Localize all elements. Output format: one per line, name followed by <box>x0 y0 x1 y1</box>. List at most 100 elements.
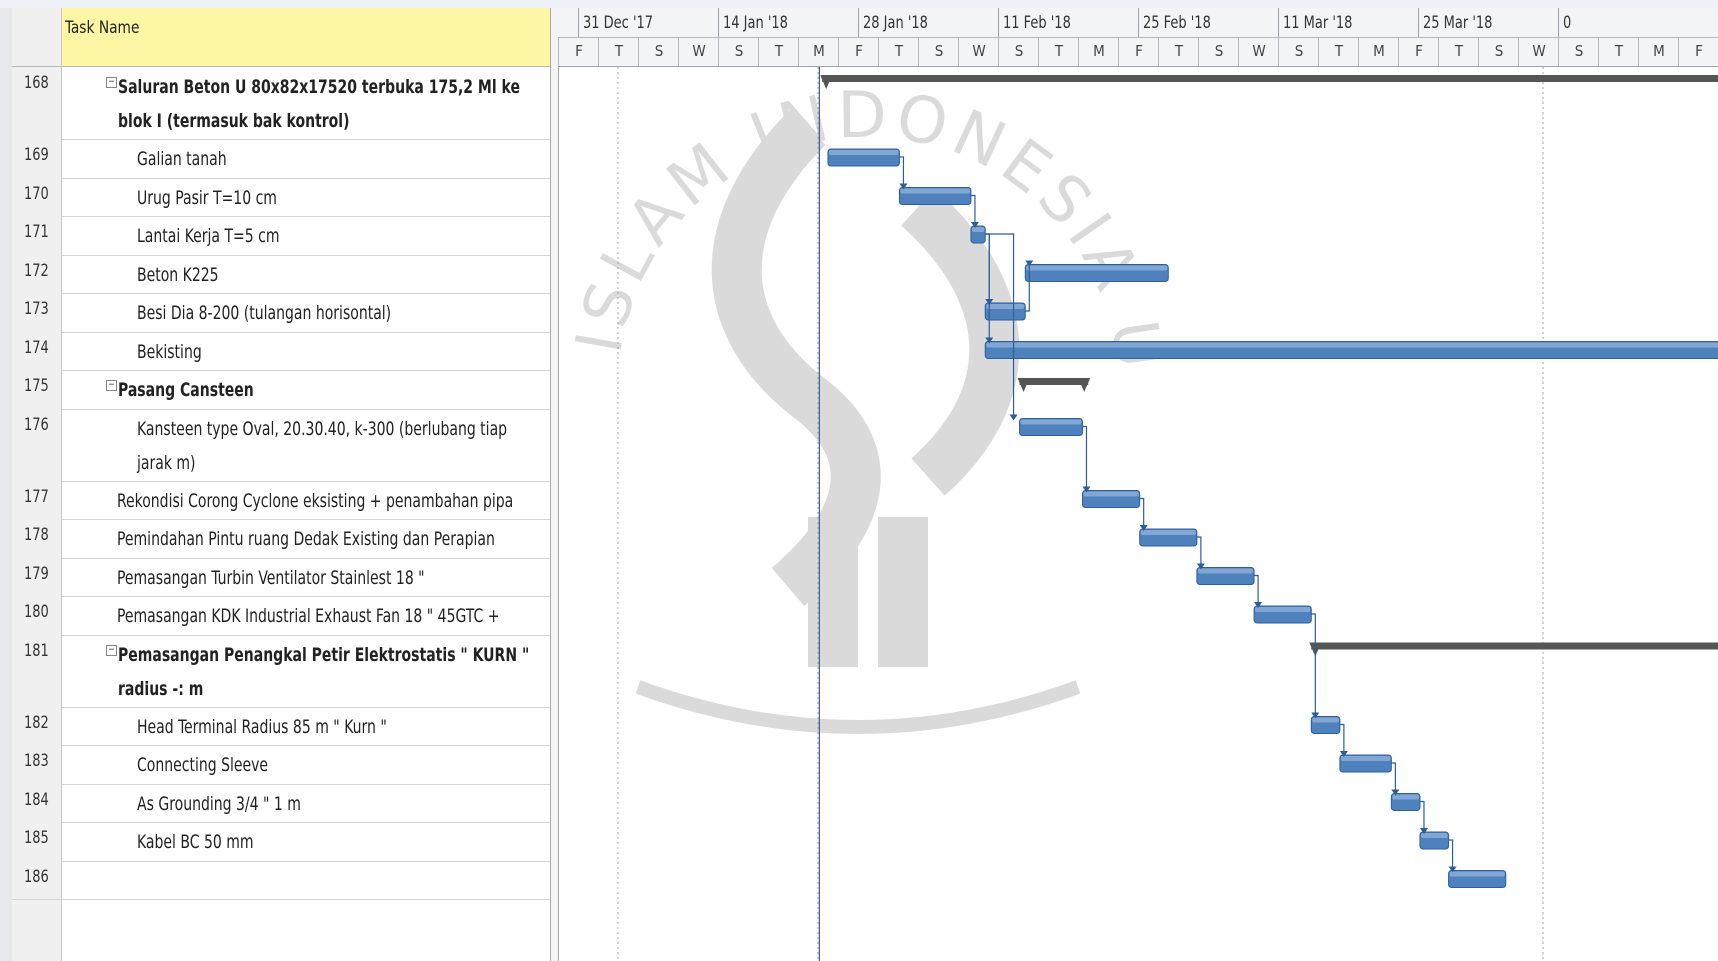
task-name-text: Galian tanah <box>137 148 227 170</box>
task-name-cell[interactable]: As Grounding 3/4 " 1 m <box>62 784 550 823</box>
timescale-major-tier: 31 Dec '17 14 Jan '18 28 Jan '18 11 Feb '18… <box>558 8 1718 38</box>
collapse-toggle[interactable]: − <box>106 380 117 391</box>
row-id-cell[interactable]: 184 <box>12 783 62 822</box>
task-name-cell[interactable]: Pemasangan Turbin Ventilator Stainlest 1… <box>62 558 550 597</box>
task-name-text: Pemasangan Turbin Ventilator Stainlest 1… <box>117 566 425 589</box>
gantt-chart-area[interactable]: ISLAM INDONESIA UNIVERSITAS <box>558 67 1718 961</box>
task-name-cell[interactable]: Galian tanah <box>62 139 550 178</box>
task-name-text: Pemasangan KDK Industrial Exhaust Fan 18… <box>117 605 500 627</box>
row-id-cell[interactable]: 172 <box>12 254 62 293</box>
row-id-cell[interactable]: 179 <box>12 557 62 596</box>
timescale-day: T <box>1318 37 1359 66</box>
row-id-cell[interactable]: 174 <box>12 331 62 370</box>
task-name-cell[interactable]: Rekondisi Corong Cyclone eksisting + pen… <box>62 481 550 520</box>
row-id: 174 <box>24 337 49 358</box>
task-row[interactable]: 185 Kabel BC 50 mm <box>12 822 550 862</box>
timescale-day: M <box>1078 37 1119 66</box>
task-row[interactable]: 168 − Saluran Beton U 80x82x17520 terbuka … <box>12 67 550 140</box>
collapse-toggle[interactable]: − <box>106 644 117 656</box>
task-bar-highlight <box>1392 794 1419 800</box>
task-row[interactable]: 186 <box>12 860 550 900</box>
task-row[interactable]: 169 Galian tanah <box>12 139 550 179</box>
timescale-day: T <box>598 37 639 66</box>
task-row[interactable]: 174 Bekisting <box>12 331 550 371</box>
task-row[interactable]: 184 As Grounding 3/4 " 1 m <box>12 783 550 823</box>
row-id-cell[interactable]: 183 <box>12 745 62 784</box>
collapse-toggle[interactable]: − <box>106 77 117 88</box>
task-name-cell[interactable]: Head Terminal Radius 85 m " Kurn " <box>62 707 550 746</box>
task-name-text: Pemindahan Pintu ruang Dedak Existing da… <box>117 528 495 550</box>
task-bar-highlight <box>1420 833 1448 838</box>
dependency-link <box>970 194 976 224</box>
row-id-cell[interactable]: 180 <box>12 596 62 635</box>
task-row[interactable]: 170 Urug Pasir T=10 cm <box>12 177 550 217</box>
task-row[interactable]: 173 Besi Dia 8-200 (tulangan horisontal) <box>12 293 550 333</box>
row-id: 185 <box>24 828 49 848</box>
row-id-cell[interactable]: 177 <box>12 480 62 519</box>
row-id: 178 <box>24 525 49 545</box>
task-name-cell[interactable]: Connecting Sleeve <box>62 745 550 784</box>
task-row[interactable]: 172 Beton K225 <box>12 254 550 294</box>
task-name-cell[interactable]: − Pasang Cansteen <box>62 370 550 409</box>
task-name-cell[interactable]: − Pemasangan Penangkal Petir Elektrostati… <box>62 635 550 707</box>
task-name-cell[interactable]: Bekisting <box>62 332 550 371</box>
row-id: 186 <box>24 866 49 887</box>
task-row[interactable]: 171 Lantai Kerja T=5 cm <box>12 216 550 256</box>
task-row[interactable]: 183 Connecting Sleeve <box>12 745 550 785</box>
task-bar-highlight <box>1340 756 1391 761</box>
task-name-cell[interactable]: Beton K225 <box>62 255 550 294</box>
task-name-column-header[interactable]: Task Name <box>62 8 551 67</box>
select-all-corner[interactable] <box>12 8 61 67</box>
task-bar-highlight <box>1140 530 1196 535</box>
task-name-text: Kansteen type Oval, 20.30.40, k-300 (ber… <box>137 417 508 474</box>
task-name-cell[interactable]: Lantai Kerja T=5 cm <box>62 216 550 255</box>
task-name-text: As Grounding 3/4 " 1 m <box>137 792 301 815</box>
task-name-cell[interactable]: Kansteen type Oval, 20.30.40, k-300 (ber… <box>62 409 550 481</box>
task-row[interactable]: 180 Pemasangan KDK Industrial Exhaust Fan… <box>12 596 550 636</box>
row-id-cell[interactable]: 173 <box>12 293 62 332</box>
task-name-cell[interactable]: Kabel BC 50 mm <box>62 822 550 861</box>
timescale-week: 25 Mar '18 <box>1418 8 1559 37</box>
row-id-cell[interactable]: 182 <box>12 706 62 745</box>
row-id-cell[interactable]: 175 <box>12 370 62 409</box>
row-id-cell[interactable]: 171 <box>12 216 62 255</box>
dependency-link <box>1448 839 1454 869</box>
task-row[interactable]: 179 Pemasangan Turbin Ventilator Stainles… <box>12 557 550 597</box>
task-row[interactable]: 182 Head Terminal Radius 85 m " Kurn " <box>12 706 550 746</box>
row-id-cell[interactable]: 178 <box>12 519 62 558</box>
row-id-cell[interactable]: 169 <box>12 139 62 178</box>
row-id-cell[interactable]: 185 <box>12 822 62 861</box>
task-name-cell[interactable] <box>62 861 550 900</box>
task-row[interactable]: 181 − Pemasangan Penangkal Petir Elektrost… <box>12 634 550 708</box>
task-row[interactable]: 176 Kansteen type Oval, 20.30.40, k-300 (… <box>12 408 550 482</box>
row-id-cell[interactable]: 168 <box>12 67 62 139</box>
row-id-cell[interactable]: 186 <box>12 860 62 899</box>
task-name-text: Rekondisi Corong Cyclone eksisting + pen… <box>117 489 514 512</box>
task-row[interactable]: 177 Rekondisi Corong Cyclone eksisting + … <box>12 480 550 520</box>
row-id: 180 <box>24 602 49 622</box>
task-name-text: Kabel BC 50 mm <box>137 831 254 853</box>
task-row[interactable]: 178 Pemindahan Pintu ruang Dedak Existing… <box>12 519 550 559</box>
row-id-cell[interactable]: 170 <box>12 177 62 216</box>
timescale-day: M <box>1638 37 1679 66</box>
task-name-cell[interactable]: Pemindahan Pintu ruang Dedak Existing da… <box>62 519 550 558</box>
task-name-cell[interactable]: Besi Dia 8-200 (tulangan horisontal) <box>62 293 550 332</box>
task-bar-highlight <box>986 304 1025 309</box>
timescale-day: S <box>718 37 759 66</box>
task-row[interactable]: 175 − Pasang Cansteen <box>12 370 550 410</box>
timescale-day: T <box>1038 37 1079 66</box>
task-name-cell[interactable]: − Saluran Beton U 80x82x17520 terbuka 175… <box>62 67 550 139</box>
task-name-text: Beton K225 <box>137 263 219 286</box>
timescale-day: S <box>1278 37 1319 66</box>
row-id: 171 <box>24 222 49 242</box>
summary-bar <box>822 75 1718 82</box>
timescale-week-label: 25 Feb '18 <box>1143 13 1211 33</box>
row-id: 173 <box>24 299 49 319</box>
timescale-day: F <box>838 37 879 66</box>
row-id-cell[interactable]: 176 <box>12 408 62 481</box>
timescale-week-label: 25 Mar '18 <box>1423 13 1493 33</box>
task-name-cell[interactable]: Urug Pasir T=10 cm <box>62 178 550 217</box>
timescale-day: W <box>1238 37 1279 66</box>
task-name-cell[interactable]: Pemasangan KDK Industrial Exhaust Fan 18… <box>62 596 550 635</box>
row-id-cell[interactable]: 181 <box>12 634 62 707</box>
